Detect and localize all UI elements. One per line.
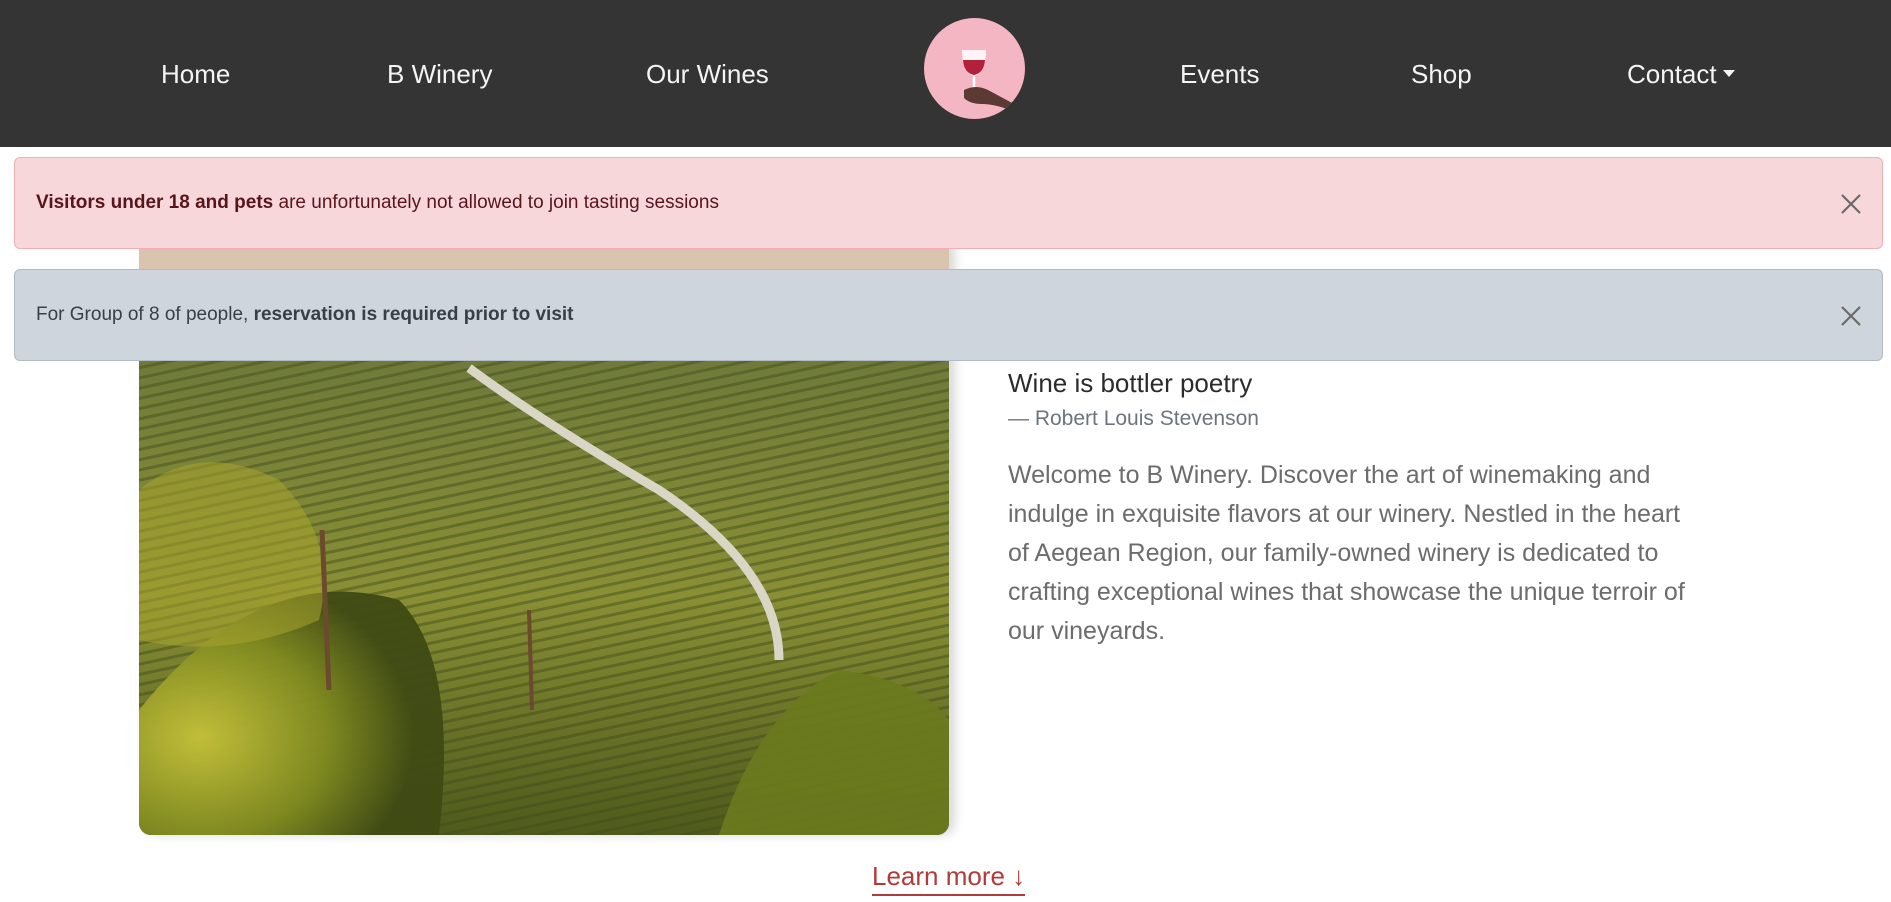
logo[interactable] — [924, 18, 1025, 119]
close-alert-button[interactable] — [1838, 303, 1864, 329]
alert-bold-text: reservation is required prior to visit — [253, 304, 574, 325]
close-icon — [1841, 194, 1861, 214]
alert-message: Visitors under 18 and pets are unfortuna… — [36, 191, 719, 215]
nav-contact-dropdown[interactable]: Contact — [1627, 57, 1735, 91]
nav-events[interactable]: Events — [1180, 57, 1260, 91]
alert-bold-text: Visitors under 18 and pets — [36, 192, 274, 213]
learn-more-link[interactable]: Learn more ↓ — [872, 860, 1026, 896]
close-alert-button[interactable] — [1838, 191, 1864, 217]
nav-home[interactable]: Home — [161, 57, 230, 91]
nav-our-wines[interactable]: Our Wines — [646, 57, 769, 91]
nav-shop[interactable]: Shop — [1411, 57, 1472, 91]
chevron-down-icon — [1722, 70, 1735, 77]
nav-b-winery[interactable]: B Winery — [387, 57, 492, 91]
age-restriction-alert: Visitors under 18 and pets are unfortuna… — [14, 157, 1883, 249]
close-icon — [1841, 306, 1861, 326]
quote-author: — Robert Louis Stevenson — [1008, 407, 1259, 430]
navbar: Home B Winery Our Wines Events Shop Cont… — [0, 0, 1891, 147]
intro-paragraph: Welcome to B Winery. Discover the art of… — [1008, 461, 1685, 645]
quote: Wine is bottler poetry — [1008, 368, 1253, 398]
wine-glass-in-hand-icon — [962, 50, 1014, 110]
group-reservation-alert: For Group of 8 of people, reservation is… — [14, 269, 1883, 361]
alert-message: For Group of 8 of people, reservation is… — [36, 303, 574, 327]
alert-text: For Group of 8 of people, — [36, 304, 254, 325]
nav-contact-label: Contact — [1627, 59, 1717, 89]
alert-text: are unfortunately not allowed to join ta… — [273, 192, 719, 213]
